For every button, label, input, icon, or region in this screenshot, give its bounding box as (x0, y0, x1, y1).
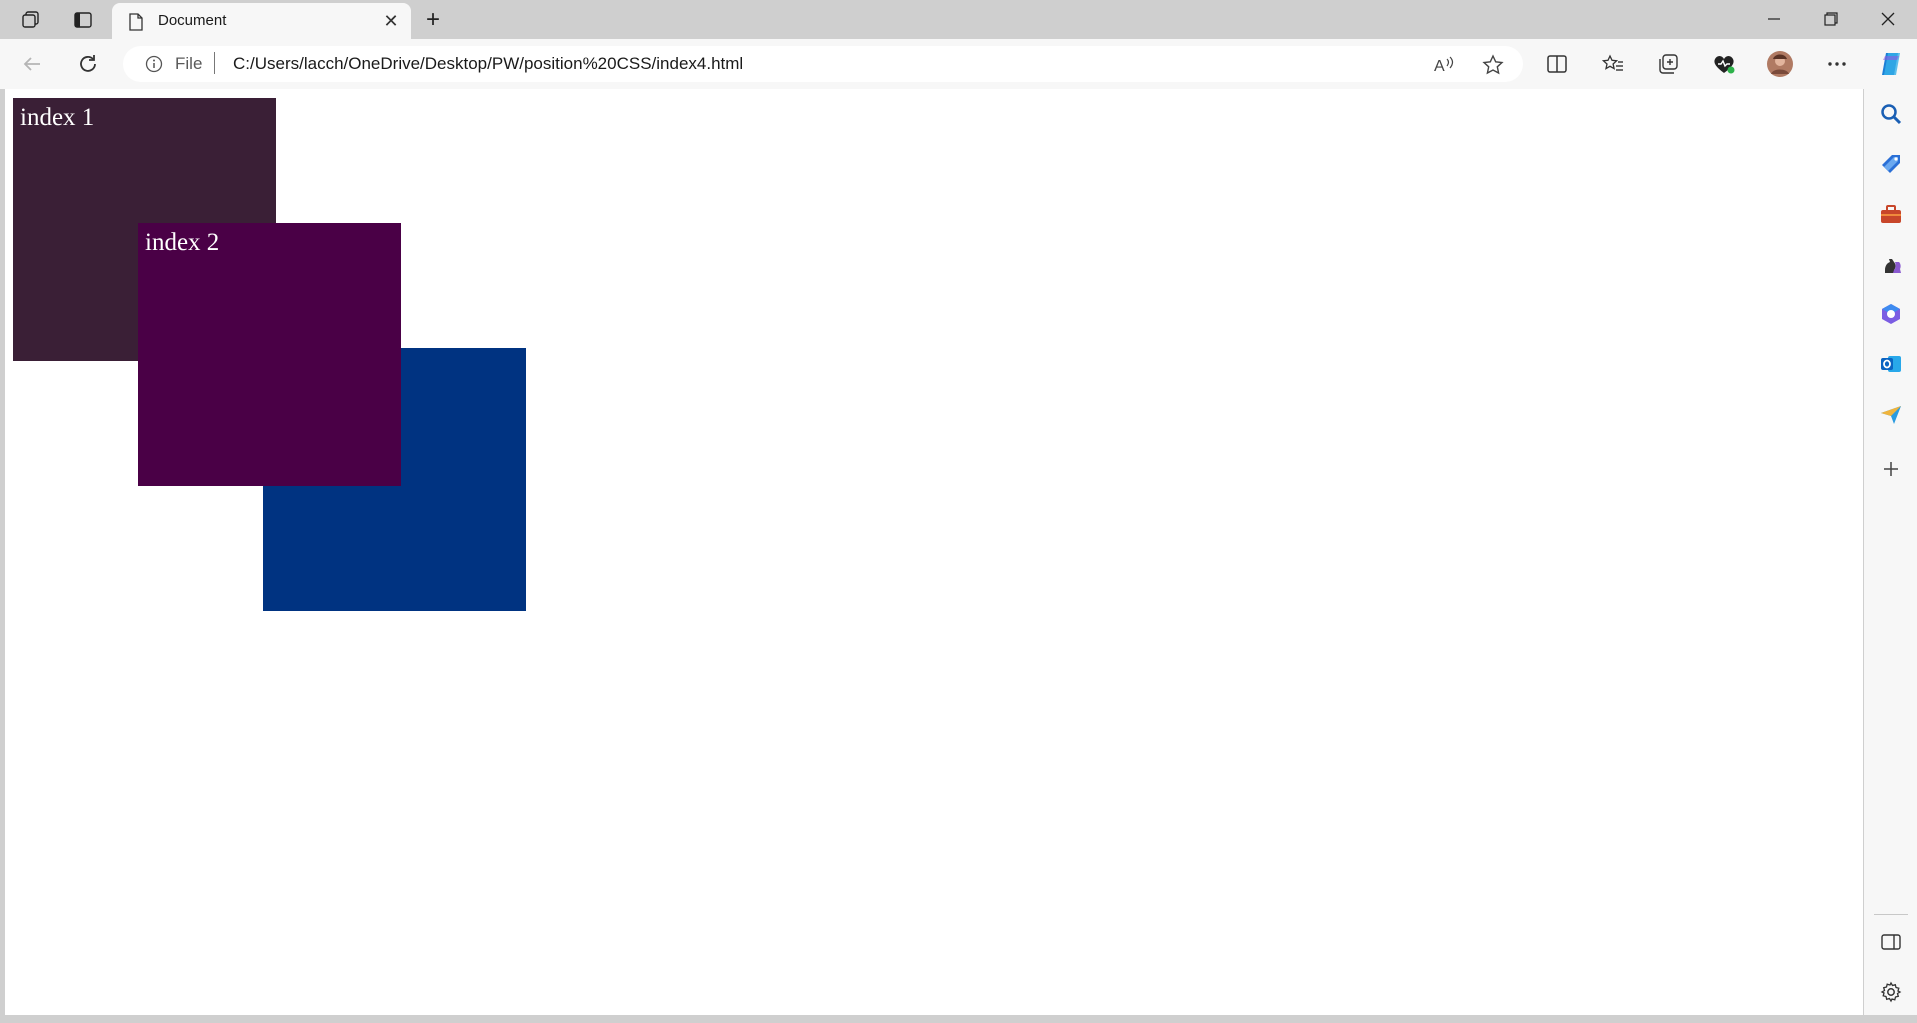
vertical-tabs-icon[interactable] (65, 6, 101, 34)
tab-close-icon[interactable]: ✕ (381, 11, 401, 31)
toolbox-icon[interactable] (1878, 201, 1904, 227)
split-screen-icon[interactable] (1542, 49, 1572, 79)
search-icon[interactable] (1878, 101, 1904, 127)
outlook-icon[interactable] (1878, 351, 1904, 377)
minimize-icon[interactable] (1752, 4, 1796, 34)
address-bar[interactable]: File C:/Users/lacch/OneDrive/Desktop/PW/… (123, 46, 1523, 82)
address-divider (214, 52, 215, 74)
chess-icon[interactable] (1878, 251, 1904, 277)
split-panel-icon[interactable] (1878, 929, 1904, 955)
favorites-icon[interactable] (1598, 49, 1628, 79)
collections-icon[interactable] (1653, 49, 1683, 79)
profile-avatar[interactable] (1765, 49, 1795, 79)
window-bottom-edge (0, 1015, 1917, 1023)
more-options-icon[interactable] (1822, 49, 1852, 79)
add-icon[interactable] (1878, 456, 1904, 482)
browser-toolbar: File C:/Users/lacch/OneDrive/Desktop/PW/… (0, 39, 1917, 89)
edge-sidebar (1864, 89, 1917, 1023)
index-2-box: index 2 (138, 223, 401, 486)
title-bar: Document ✕ + (0, 0, 1917, 40)
index-2-label: index 2 (145, 229, 220, 256)
restore-icon[interactable] (1809, 4, 1853, 34)
index-1-label: index 1 (20, 104, 95, 131)
browser-essentials-icon[interactable] (1709, 49, 1739, 79)
settings-icon[interactable] (1878, 979, 1904, 1005)
svg-text:A: A (1434, 58, 1445, 75)
tab-document[interactable]: Document ✕ (112, 3, 411, 40)
sidebar-divider (1874, 914, 1908, 915)
workspaces-icon[interactable] (13, 6, 49, 34)
tag-icon[interactable] (1878, 151, 1904, 177)
favorite-star-icon[interactable] (1480, 52, 1506, 78)
document-icon (129, 13, 143, 31)
info-icon[interactable] (145, 55, 163, 73)
send-icon[interactable] (1878, 401, 1904, 427)
tab-title: Document (158, 12, 227, 29)
copilot-icon[interactable] (1876, 49, 1906, 79)
office-icon[interactable] (1878, 301, 1904, 327)
page-viewport: index 1 index 2 (5, 89, 1863, 1015)
url-text[interactable]: C:/Users/lacch/OneDrive/Desktop/PW/posit… (233, 54, 743, 74)
new-tab-button[interactable]: + (418, 6, 448, 34)
close-window-icon[interactable] (1866, 4, 1910, 34)
back-arrow-icon[interactable] (17, 49, 47, 79)
scheme-label: File (175, 54, 203, 73)
refresh-icon[interactable] (73, 49, 103, 79)
read-aloud-icon[interactable]: A (1431, 52, 1457, 78)
